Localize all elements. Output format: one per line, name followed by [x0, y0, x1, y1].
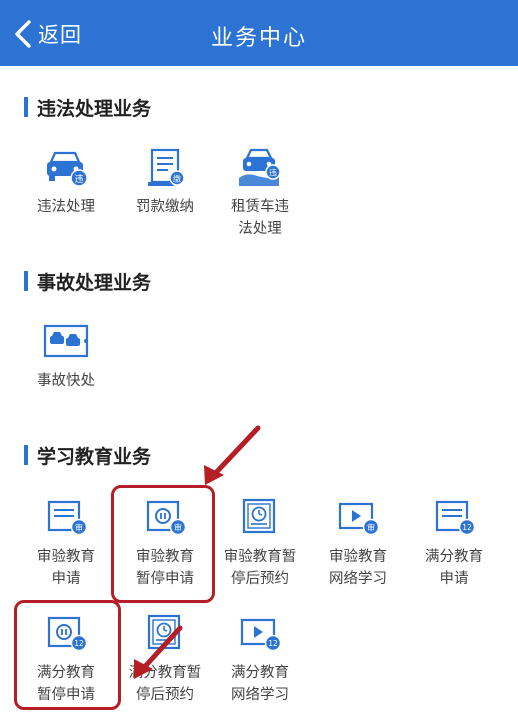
- document-12-badge-icon: 12: [435, 500, 476, 536]
- video-12-badge-icon: 12: [240, 618, 282, 652]
- section-accent-bar: [24, 97, 28, 117]
- service-item-label: 满分教育 网络学习: [231, 665, 289, 703]
- service-item-full-score-edu-apply[interactable]: 12 满分教育 申请: [406, 496, 502, 590]
- svg-text:违: 违: [269, 169, 277, 178]
- service-item-label: 审验教育 网络学习: [329, 549, 387, 587]
- section-title-text: 违法处理业务: [37, 97, 152, 120]
- rental-car-violation-icon: 违: [239, 148, 281, 186]
- section-title-education: 学习教育业务: [24, 442, 151, 468]
- service-item-label: 满分教育 申请: [425, 549, 483, 587]
- service-item-accident-quick[interactable]: 事故快处: [18, 320, 114, 392]
- section-title-text: 学习教育业务: [37, 445, 152, 468]
- svg-text:审: 审: [367, 523, 375, 533]
- service-item-review-edu-online[interactable]: 审 审验教育 网络学习: [310, 496, 406, 590]
- red-arrow-top: [207, 425, 261, 482]
- service-item-full-score-edu-reserve[interactable]: 满分教育暂 停后预约: [117, 612, 213, 706]
- fine-document-icon: 缴: [148, 148, 185, 186]
- accident-cars-icon: [43, 324, 89, 358]
- service-item-label: 审验教育 申请: [37, 549, 95, 587]
- section-title-violation: 违法处理业务: [24, 94, 151, 120]
- section-accent-bar: [24, 271, 28, 291]
- service-item-review-edu-pause[interactable]: 审 审验教育 暂停申请: [117, 496, 213, 590]
- service-item-label: 罚款缴纳: [136, 199, 194, 215]
- page-title: 业务中心: [210, 26, 307, 51]
- service-item-fine-payment[interactable]: 缴 罚款缴纳: [117, 146, 213, 218]
- section-accent-bar: [24, 445, 28, 465]
- service-item-rental-violation[interactable]: 违 租赁车违 法处理: [212, 146, 308, 240]
- video-shen-badge-icon: 审: [338, 502, 380, 536]
- section-title-text: 事故处理业务: [37, 271, 152, 294]
- svg-text:缴: 缴: [173, 174, 181, 184]
- svg-text:审: 审: [75, 523, 83, 533]
- svg-text:审: 审: [174, 523, 182, 533]
- pause-shen-badge-icon: 审: [146, 500, 187, 536]
- svg-text:12: 12: [268, 639, 278, 648]
- service-item-full-score-edu-online[interactable]: 12 满分教育 网络学习: [212, 612, 308, 706]
- clock-document-icon: [242, 498, 276, 534]
- svg-text:违: 违: [74, 174, 83, 185]
- section-title-accident: 事故处理业务: [24, 268, 151, 294]
- svg-text:12: 12: [74, 639, 84, 648]
- service-item-label: 审验教育暂 停后预约: [223, 549, 297, 587]
- svg-text:12: 12: [462, 523, 472, 532]
- service-item-review-edu-apply[interactable]: 审 审验教育 申请: [18, 496, 114, 590]
- service-item-label: 租赁车违 法处理: [231, 199, 289, 237]
- header-bar: 返回 业务中心: [0, 0, 518, 66]
- red-arrow-top-head: [204, 465, 224, 485]
- service-item-label: 满分教育暂 停后预约: [128, 665, 202, 703]
- service-item-label: 违法处理: [37, 199, 95, 215]
- service-item-full-score-edu-pause[interactable]: 12 满分教育 暂停申请: [18, 612, 114, 706]
- document-shen-badge-icon: 审: [47, 500, 88, 536]
- clock-document-icon: [147, 614, 181, 650]
- pause-12-badge-icon: 12: [47, 616, 88, 652]
- service-item-review-edu-reserve[interactable]: 审验教育暂 停后预约: [212, 496, 308, 590]
- service-item-violation[interactable]: 违 违法处理: [18, 146, 114, 218]
- car-violation-icon: 违: [47, 151, 88, 187]
- service-item-label: 审验教育 暂停申请: [136, 549, 194, 587]
- service-item-label: 事故快处: [37, 373, 95, 389]
- service-item-label: 满分教育 暂停申请: [37, 665, 95, 703]
